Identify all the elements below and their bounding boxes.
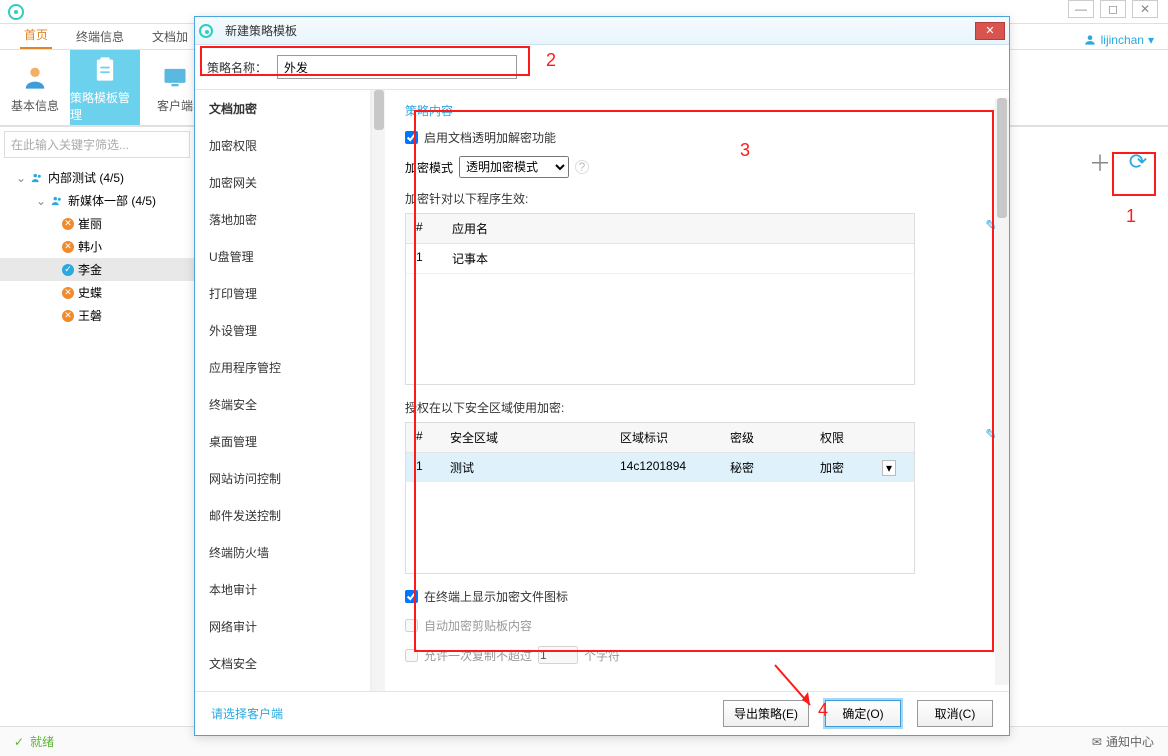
- chevron-down-icon[interactable]: ▾: [882, 460, 896, 476]
- copy-limit-input: [538, 646, 578, 664]
- category-item[interactable]: 桌面管理: [195, 423, 370, 460]
- policy-name-input[interactable]: [277, 55, 517, 79]
- col-tag: 区域标识: [610, 423, 720, 452]
- copy-limit-checkbox: [405, 649, 418, 662]
- col-name: 应用名: [442, 214, 914, 243]
- mode-select[interactable]: 透明加密模式: [459, 156, 569, 178]
- enable-encryption-checkbox[interactable]: [405, 131, 418, 144]
- section-title: 策略内容: [405, 98, 995, 123]
- col-level: 密级: [720, 423, 810, 452]
- annotation-3: 3: [740, 140, 750, 161]
- category-item[interactable]: 网站访问控制: [195, 460, 370, 497]
- new-policy-dialog: 新建策略模板 ✕ 策略名称： 文档加密加密权限加密网关落地加密U盘管理打印管理外…: [194, 16, 1010, 736]
- zones-table: # 安全区域 区域标识 密级 权限 1测试14c1201894秘密加密▾: [405, 422, 915, 574]
- mode-label: 加密模式: [405, 159, 453, 176]
- category-item[interactable]: 网络审计: [195, 608, 370, 645]
- show-icon-label: 在终端上显示加密文件图标: [424, 588, 568, 605]
- category-list: 文档加密加密权限加密网关落地加密U盘管理打印管理外设管理应用程序管控终端安全桌面…: [195, 90, 371, 691]
- auto-clipboard-label: 自动加密剪贴板内容: [424, 617, 532, 634]
- apps-table: # 应用名 1记事本: [405, 213, 915, 385]
- select-clients-link[interactable]: 请选择客户端: [211, 705, 283, 722]
- apps-subhead: 加密针对以下程序生效:: [405, 186, 995, 213]
- category-item[interactable]: 文档安全: [195, 645, 370, 682]
- category-item[interactable]: 应用程序管控: [195, 349, 370, 386]
- table-row[interactable]: 1记事本: [406, 244, 914, 274]
- dialog-logo-icon: [199, 24, 213, 38]
- col-idx: #: [406, 423, 440, 452]
- copy-limit-label: 允许一次复制不超过: [424, 647, 532, 664]
- show-icon-checkbox[interactable]: [405, 590, 418, 603]
- category-item[interactable]: 文档加密: [195, 90, 370, 127]
- help-icon[interactable]: ?: [575, 160, 589, 174]
- category-item[interactable]: 加密权限: [195, 127, 370, 164]
- enable-encryption-label: 启用文档透明加解密功能: [424, 129, 556, 146]
- policy-name-label: 策略名称：: [207, 59, 267, 76]
- col-zone: 安全区域: [440, 423, 610, 452]
- zones-subhead: 授权在以下安全区域使用加密:: [405, 395, 995, 422]
- category-item[interactable]: 本地审计: [195, 571, 370, 608]
- dialog-close-button[interactable]: ✕: [975, 22, 1005, 40]
- settings-scrollbar[interactable]: [995, 98, 1009, 685]
- ok-button[interactable]: 确定(O): [825, 700, 901, 727]
- category-item[interactable]: U盘管理: [195, 238, 370, 275]
- category-item[interactable]: 邮件发送控制: [195, 497, 370, 534]
- category-scrollbar[interactable]: [371, 90, 385, 691]
- settings-pane: 策略内容 启用文档透明加解密功能 加密模式 透明加密模式 ? 加密针对以下程序生…: [385, 90, 1009, 691]
- annotation-2: 2: [546, 50, 556, 71]
- category-item[interactable]: 打印管理: [195, 275, 370, 312]
- cancel-button[interactable]: 取消(C): [917, 700, 993, 727]
- copy-limit-suffix: 个字符: [584, 647, 620, 664]
- dialog-title: 新建策略模板: [225, 22, 969, 39]
- category-item[interactable]: 落地加密: [195, 201, 370, 238]
- auto-clipboard-checkbox: [405, 619, 418, 632]
- category-item[interactable]: 加密网关: [195, 164, 370, 201]
- col-idx: #: [406, 214, 442, 243]
- col-perm: 权限: [810, 423, 900, 452]
- annotation-arrow: [770, 660, 830, 723]
- category-item[interactable]: 终端防火墙: [195, 534, 370, 571]
- category-item[interactable]: 审批流程: [195, 682, 370, 691]
- annotation-1: 1: [1126, 206, 1136, 227]
- category-item[interactable]: 终端安全: [195, 386, 370, 423]
- category-item[interactable]: 外设管理: [195, 312, 370, 349]
- table-row[interactable]: 1测试14c1201894秘密加密▾: [406, 453, 914, 482]
